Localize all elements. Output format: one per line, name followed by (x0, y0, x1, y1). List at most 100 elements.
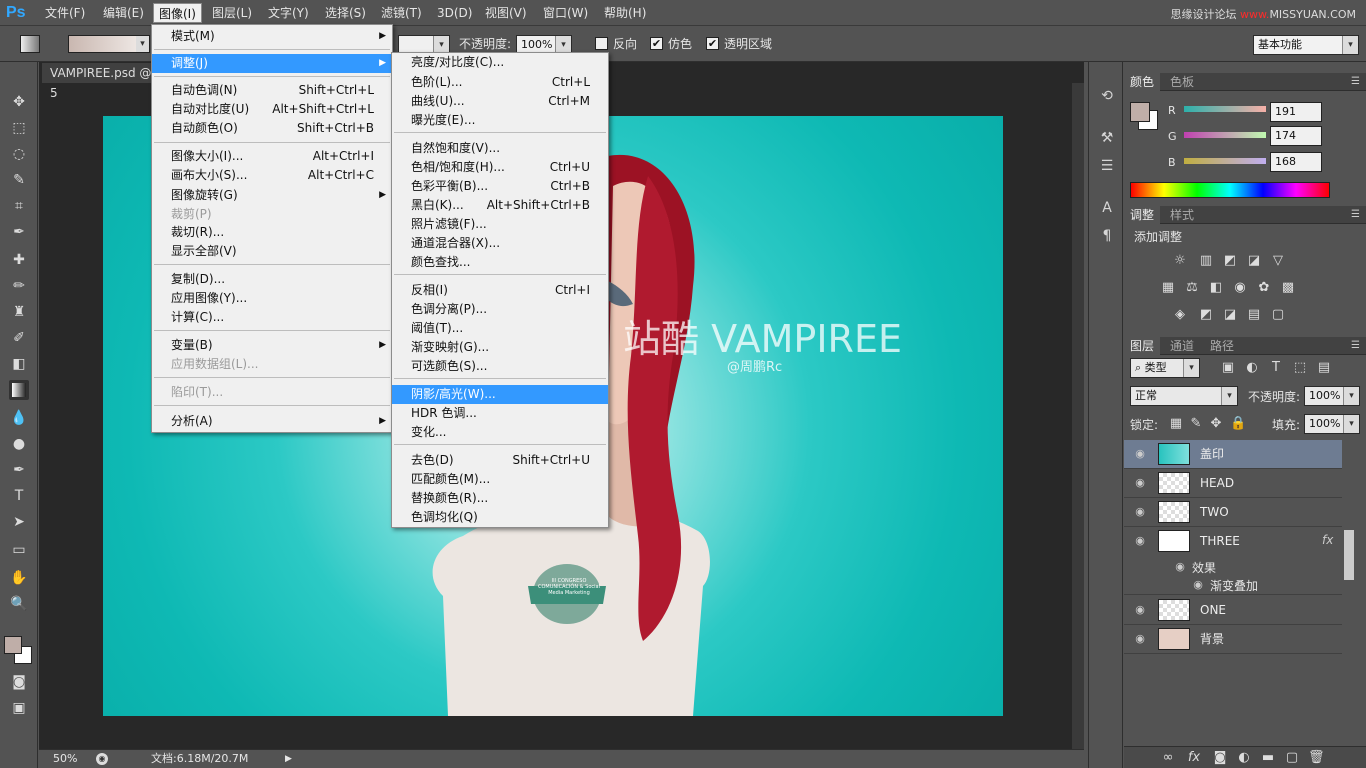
rectangle-tool-icon[interactable]: ▭ (9, 540, 29, 560)
image-menu-item[interactable]: 显示全部(V) (152, 242, 392, 261)
menu-file[interactable]: 文件(F) (40, 3, 90, 23)
add-mask-icon[interactable]: ◙ (1212, 750, 1228, 766)
brush-tool-icon[interactable]: ✏ (9, 276, 29, 296)
adjust-menu-item[interactable]: 色相/饱和度(H)... Ctrl+U (392, 158, 608, 177)
layer-row[interactable]: ◉ ONE (1124, 596, 1342, 625)
reverse-checkbox[interactable] (595, 37, 608, 50)
menu-select[interactable]: 选择(S) (320, 3, 371, 23)
quick-mask-icon[interactable]: ◙ (9, 672, 29, 692)
effects-row[interactable]: ◉ 效果 (1124, 557, 1342, 576)
zoom-level[interactable]: 50% (53, 750, 77, 768)
adjust-menu-item[interactable]: 匹配颜色(M)... (392, 470, 608, 489)
workspace-switcher[interactable]: 基本功能 ▾ (1253, 35, 1359, 55)
adjust-menu-item[interactable]: 阈值(T)... (392, 319, 608, 338)
new-group-icon[interactable]: ▬ (1260, 750, 1276, 766)
tab-swatches[interactable]: 色板 (1164, 73, 1200, 91)
dither-checkbox[interactable]: ✔ (650, 37, 663, 50)
zoom-tool-icon[interactable]: 🔍 (9, 594, 29, 614)
eye-icon[interactable]: ◉ (1132, 446, 1148, 462)
b-slider[interactable] (1184, 158, 1266, 164)
history-panel-icon[interactable]: ⟲ (1097, 86, 1117, 106)
blur-tool-icon[interactable]: 💧 (9, 408, 29, 428)
vertical-scrollbar[interactable] (1072, 83, 1084, 749)
eye-icon[interactable]: ◉ (1132, 504, 1148, 520)
tab-channels[interactable]: 通道 (1164, 337, 1200, 355)
eyedropper-tool-icon[interactable]: ✒ (9, 222, 29, 242)
transparency-checkbox[interactable]: ✔ (706, 37, 719, 50)
eye-icon[interactable]: ◉ (1132, 631, 1148, 647)
adjust-menu-item[interactable]: 去色(D) Shift+Ctrl+U (392, 451, 608, 470)
adjust-menu-item[interactable]: 黑白(K)... Alt+Shift+Ctrl+B (392, 196, 608, 215)
brightness-adjustment-icon[interactable]: ☼ (1172, 253, 1188, 269)
lock-transparent-icon[interactable]: ▦ (1168, 416, 1184, 432)
gradient-picker-arrow-icon[interactable]: ▾ (136, 36, 149, 52)
exposure-adjustment-icon[interactable]: ◪ (1246, 253, 1262, 269)
menu-3d[interactable]: 3D(D) (432, 3, 477, 23)
eye-icon[interactable]: ◉ (1190, 577, 1206, 593)
adjust-menu-item[interactable]: 可选颜色(S)... (392, 357, 608, 376)
tab-adjustments[interactable]: 调整 (1124, 206, 1161, 224)
filter-pixel-icon[interactable]: ▣ (1220, 360, 1236, 376)
color-balance-adjustment-icon[interactable]: ⚖ (1184, 280, 1200, 296)
character-panel-icon[interactable]: A (1097, 198, 1117, 218)
adjust-menu-item[interactable]: 通道混合器(X)... (392, 234, 608, 253)
adjust-menu-item[interactable]: 色调分离(P)... (392, 300, 608, 319)
color-spectrum-ramp[interactable] (1130, 182, 1330, 198)
foreground-color-swatch[interactable] (4, 636, 22, 654)
image-menu-item[interactable]: 自动色调(N) Shift+Ctrl+L (152, 81, 392, 100)
brush-panel-icon[interactable]: ☰ (1097, 156, 1117, 176)
layer-row[interactable]: ◉ 盖印 (1124, 440, 1342, 469)
adjust-menu-item[interactable]: 曝光度(E)... (392, 111, 608, 130)
adjust-menu-item[interactable]: 自然饱和度(V)... (392, 139, 608, 158)
image-menu-item[interactable]: 调整(J) ▶ (152, 54, 392, 73)
menu-view[interactable]: 视图(V) (480, 3, 532, 23)
curves-adjustment-icon[interactable]: ◩ (1222, 253, 1238, 269)
menu-edit[interactable]: 编辑(E) (98, 3, 149, 23)
healing-brush-tool-icon[interactable]: ✚ (9, 250, 29, 270)
menu-help[interactable]: 帮助(H) (599, 3, 651, 23)
g-slider[interactable] (1184, 132, 1266, 138)
adjust-menu-item[interactable]: 亮度/对比度(C)... (392, 53, 608, 72)
adjust-menu-item[interactable]: HDR 色调... (392, 404, 608, 423)
image-menu-item[interactable]: 复制(D)... (152, 270, 392, 289)
panel-menu-icon[interactable]: ☰ (1351, 206, 1360, 224)
r-value[interactable]: 191 (1270, 102, 1322, 122)
eye-icon[interactable]: ◉ (1132, 602, 1148, 618)
vibrance-adjustment-icon[interactable]: ▽ (1270, 253, 1286, 269)
new-adjustment-layer-icon[interactable]: ◐ (1236, 750, 1252, 766)
photo-filter-adjustment-icon[interactable]: ◉ (1232, 280, 1248, 296)
r-slider[interactable] (1184, 106, 1266, 112)
posterize-adjustment-icon[interactable]: ◩ (1198, 307, 1214, 323)
pen-tool-icon[interactable]: ✒ (9, 460, 29, 480)
image-menu-item[interactable]: 计算(C)... (152, 308, 392, 327)
eye-icon[interactable]: ◉ (1132, 533, 1148, 549)
adjust-menu-item[interactable]: 阴影/高光(W)... (392, 385, 608, 404)
tab-layers[interactable]: 图层 (1124, 337, 1161, 355)
document-tab[interactable]: VAMPIREE.psd @ 5 (42, 63, 162, 100)
image-menu-item[interactable]: 图像大小(I)... Alt+Ctrl+I (152, 147, 392, 166)
layer-fill-field[interactable]: 100% ▾ (1304, 414, 1360, 434)
adjust-menu-item[interactable]: 色彩平衡(B)... Ctrl+B (392, 177, 608, 196)
layer-row[interactable]: ◉ HEAD (1124, 469, 1342, 498)
mode-dropdown[interactable]: ▾ (398, 35, 450, 54)
menu-type[interactable]: 文字(Y) (263, 3, 314, 23)
adjust-menu-item[interactable]: 色调均化(Q) (392, 508, 608, 527)
invert-adjustment-icon[interactable]: ◈ (1172, 307, 1188, 323)
menu-window[interactable]: 窗口(W) (538, 3, 593, 23)
adjust-menu-item[interactable]: 替换颜色(R)... (392, 489, 608, 508)
image-menu-item[interactable]: 裁切(R)... (152, 223, 392, 242)
gradient-tool-preset-icon[interactable] (20, 35, 40, 53)
new-layer-icon[interactable]: ▢ (1284, 750, 1300, 766)
channel-mixer-adjustment-icon[interactable]: ✿ (1256, 280, 1272, 296)
filter-shape-icon[interactable]: ⬚ (1292, 360, 1308, 376)
image-menu-item[interactable]: 应用图像(Y)... (152, 289, 392, 308)
adjust-menu-item[interactable]: 变化... (392, 423, 608, 442)
tab-paths[interactable]: 路径 (1204, 337, 1240, 355)
lasso-tool-icon[interactable]: ◌ (9, 144, 29, 164)
color-foreground-swatch[interactable] (1130, 102, 1150, 122)
paragraph-panel-icon[interactable]: ¶ (1097, 226, 1117, 246)
layer-row[interactable]: ◉ TWO (1124, 498, 1342, 527)
path-select-tool-icon[interactable]: ➤ (9, 512, 29, 532)
tab-styles[interactable]: 样式 (1164, 206, 1200, 224)
menu-filter[interactable]: 滤镜(T) (376, 3, 427, 23)
